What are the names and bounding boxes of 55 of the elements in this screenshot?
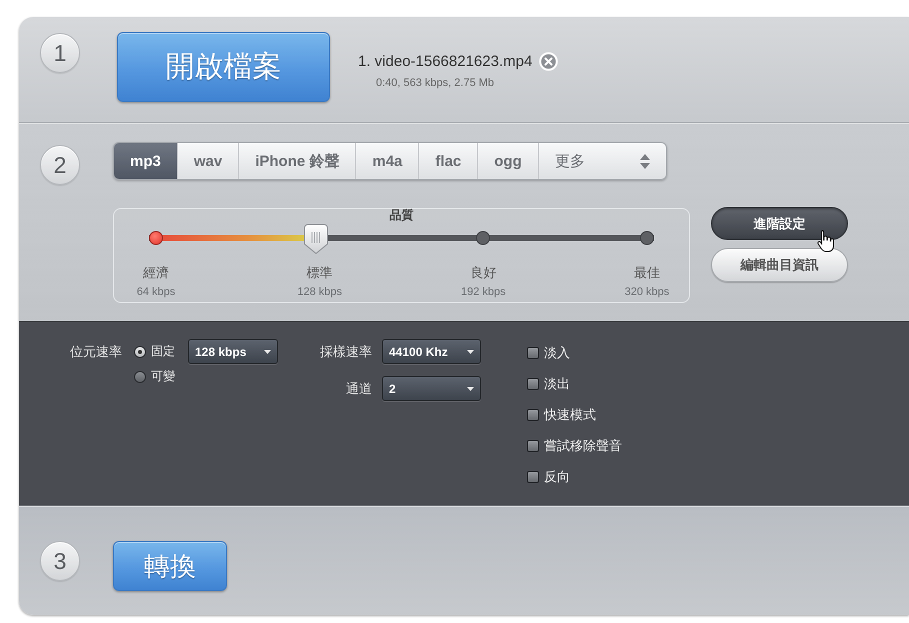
quality-level-label: 良好 [470,264,496,282]
quality-title: 品質 [390,208,414,222]
quality-level-label: 經濟 [143,264,169,282]
radio-label: 固定 [151,343,175,360]
channels-label: 通道 [346,380,372,398]
caret-icon [264,350,271,354]
bitrate-label: 位元速率 [70,343,122,361]
format-tab[interactable]: wav [176,143,238,179]
sample-rate-select[interactable]: 44100 Khz [382,339,481,364]
up-down-arrows-icon [640,154,650,168]
step-number: 2 [40,145,80,185]
slider-stop-icon[interactable] [476,231,490,245]
more-formats-dropdown[interactable]: 更多 [538,143,666,179]
checkbox[interactable] [527,470,539,482]
format-tab[interactable]: iPhone 鈴聲 [238,143,356,179]
format-tab[interactable]: m4a [355,143,418,179]
quality-level-label: 最佳 [634,264,660,282]
hand-cursor-icon [817,229,834,253]
checkbox[interactable] [527,408,539,420]
close-icon[interactable] [539,52,558,71]
file-details: 0:40, 563 kbps, 2.75 Mb [376,77,494,89]
slider-stop-icon[interactable] [149,231,163,245]
step-number: 3 [40,541,80,581]
radio-button[interactable] [134,370,146,382]
quality-level-label: 標準 [306,264,333,282]
slider-stop-icon[interactable] [640,231,654,245]
advanced-settings-button[interactable]: 進階設定 [711,207,848,240]
file-name: 1. video-1566821623.mp4 [358,53,532,70]
slider-thumb[interactable] [304,224,328,254]
format-tab[interactable]: mp3 [114,143,177,179]
bitrate-select[interactable]: 128 kbps [188,339,278,364]
caret-icon [467,386,474,390]
bitrate-reading: 128 kbps [297,286,342,298]
checkbox[interactable] [527,440,539,452]
checkbox-label: 淡出 [544,374,570,392]
format-tab[interactable]: flac [418,143,478,179]
checkbox-label: 淡入 [544,344,570,362]
checkbox-label: 嘗試移除聲音 [544,436,622,454]
radio-label: 可變 [151,368,175,385]
convert-button[interactable]: 轉換 [113,541,227,591]
caret-icon [467,350,474,354]
bitrate-reading: 192 kbps [460,286,506,298]
bitrate-reading: 64 kbps [136,286,176,298]
format-tab[interactable]: ogg [477,143,538,179]
open-file-button[interactable]: 開啟檔案 [117,32,330,102]
sample-rate-label: 採樣速率 [320,343,372,361]
checkbox[interactable] [527,378,539,390]
channels-select[interactable]: 2 [382,376,481,401]
checkbox-label: 快速模式 [544,406,596,424]
edit-track-info-button[interactable]: 編輯曲目資訊 [711,248,848,282]
radio-button[interactable] [134,346,146,358]
checkbox-label: 反向 [544,468,570,486]
step-number: 1 [40,33,80,73]
bitrate-reading: 320 kbps [624,286,670,298]
checkbox[interactable] [527,346,539,358]
